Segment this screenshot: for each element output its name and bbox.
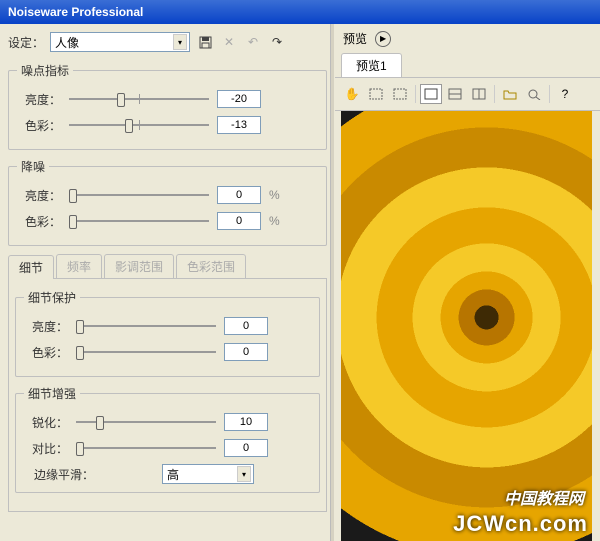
nr-color-label: 色彩：: [17, 213, 61, 230]
preset-dropdown[interactable]: 人像 ▾: [50, 32, 190, 52]
detail-protect-legend: 细节保护: [24, 289, 80, 306]
view-single-icon[interactable]: [420, 84, 442, 104]
panel-divider[interactable]: [330, 24, 334, 541]
dp-color-label: 色彩：: [24, 344, 68, 361]
preset-label: 设定：: [8, 34, 44, 51]
chevron-down-icon: ▾: [173, 34, 187, 50]
window-titlebar: Noiseware Professional: [0, 0, 600, 24]
sharpen-label: 锐化：: [24, 414, 68, 431]
sharpen-value[interactable]: 10: [224, 413, 268, 431]
nr-brightness-label: 亮度：: [17, 187, 61, 204]
brightness-value[interactable]: -20: [217, 90, 261, 108]
sharpen-slider[interactable]: [76, 412, 216, 432]
save-icon[interactable]: [196, 33, 214, 51]
nr-brightness-slider[interactable]: [69, 185, 209, 205]
noise-reduction-legend: 降噪: [17, 158, 49, 175]
marquee-icon[interactable]: [365, 84, 387, 104]
separator: [549, 85, 550, 103]
view-split-v-icon[interactable]: [468, 84, 490, 104]
nr-color-value[interactable]: 0: [217, 212, 261, 230]
edge-value: 高: [167, 466, 179, 483]
chevron-down-icon: ▾: [237, 466, 251, 482]
noise-indicator-legend: 噪点指标: [17, 62, 73, 79]
contrast-label: 对比：: [24, 440, 68, 457]
edge-label: 边缘平滑：: [24, 466, 94, 483]
watermark-url: JCWcn.com: [453, 511, 588, 537]
color-value[interactable]: -13: [217, 116, 261, 134]
noise-reduction-group: 降噪 亮度： 0 % 色彩： 0 %: [8, 158, 327, 246]
settings-panel: 设定： 人像 ▾ ✕ ↶ ↷ 噪点指标 亮度： -20: [0, 24, 335, 541]
tab-detail[interactable]: 细节: [8, 255, 54, 279]
preset-value: 人像: [55, 34, 79, 51]
color-label: 色彩：: [17, 117, 61, 134]
nr-brightness-value[interactable]: 0: [217, 186, 261, 204]
detail-enhance-group: 细节增强 锐化： 10 对比： 0 边缘平滑：: [15, 385, 320, 493]
color-slider[interactable]: [69, 115, 209, 135]
watermark-text: 中国教程网: [504, 485, 584, 509]
preview-panel: 预览 ▶ 预览1 ✋: [335, 24, 600, 541]
window-title: Noiseware Professional: [8, 5, 143, 19]
nr-color-slider[interactable]: [69, 211, 209, 231]
tab-frequency[interactable]: 频率: [56, 254, 102, 278]
dp-brightness-value[interactable]: 0: [224, 317, 268, 335]
crop-icon[interactable]: [389, 84, 411, 104]
preview-image[interactable]: 中国教程网 JCWcn.com: [341, 111, 592, 541]
undo-icon[interactable]: ↶: [244, 33, 262, 51]
preview-label: 预览: [343, 30, 367, 47]
tab-tonal-range[interactable]: 影调范围: [104, 254, 174, 278]
percent-label: %: [269, 214, 281, 228]
detail-enhance-legend: 细节增强: [24, 385, 80, 402]
hand-icon[interactable]: ✋: [341, 84, 363, 104]
preview-tab[interactable]: 预览1: [341, 53, 402, 77]
help-icon[interactable]: ?: [554, 84, 576, 104]
rose-image: [341, 111, 592, 541]
detail-protect-group: 细节保护 亮度： 0 色彩： 0: [15, 289, 320, 377]
brightness-slider[interactable]: [69, 89, 209, 109]
separator: [415, 85, 416, 103]
play-icon[interactable]: ▶: [375, 31, 391, 47]
view-split-h-icon[interactable]: [444, 84, 466, 104]
noise-indicator-group: 噪点指标 亮度： -20 色彩： -13: [8, 62, 327, 150]
contrast-value[interactable]: 0: [224, 439, 268, 457]
contrast-slider[interactable]: [76, 438, 216, 458]
dp-brightness-slider[interactable]: [76, 316, 216, 336]
folder-icon[interactable]: [499, 84, 521, 104]
preview-toolbar: ✋ ?: [335, 78, 600, 111]
separator: [494, 85, 495, 103]
delete-icon[interactable]: ✕: [220, 33, 238, 51]
dp-color-slider[interactable]: [76, 342, 216, 362]
edge-dropdown[interactable]: 高 ▾: [162, 464, 254, 484]
redo-icon[interactable]: ↷: [268, 33, 286, 51]
zoom-icon[interactable]: [523, 84, 545, 104]
detail-tabs: 细节 频率 影调范围 色彩范围: [8, 254, 327, 279]
tab-content: 细节保护 亮度： 0 色彩： 0 细节增强: [8, 279, 327, 512]
dp-brightness-label: 亮度：: [24, 318, 68, 335]
tab-color-range[interactable]: 色彩范围: [176, 254, 246, 278]
percent-label: %: [269, 188, 281, 202]
brightness-label: 亮度：: [17, 91, 61, 108]
dp-color-value[interactable]: 0: [224, 343, 268, 361]
